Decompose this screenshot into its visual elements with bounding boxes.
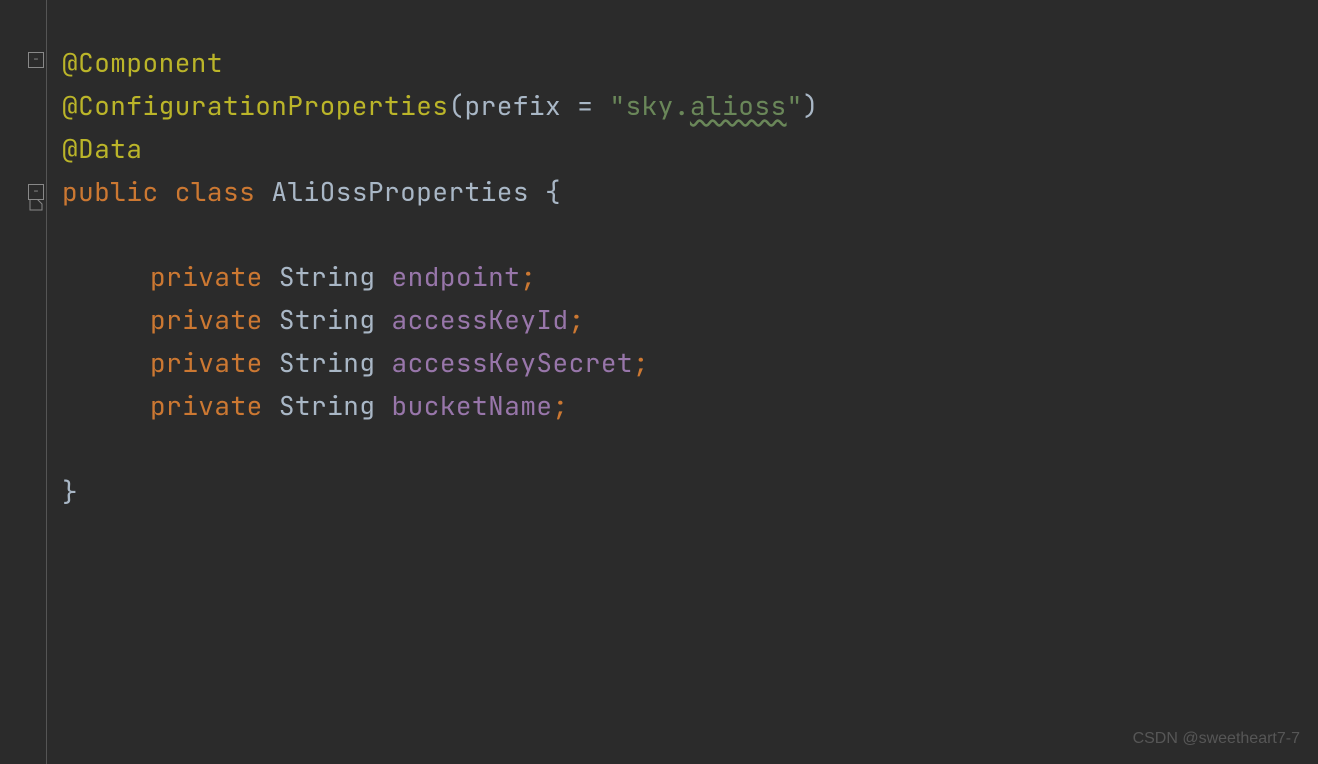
code-line: private String accessKeyId; [62, 299, 1318, 342]
semicolon: ; [569, 302, 585, 337]
code-line: @Data [62, 128, 1318, 171]
open-brace: { [529, 174, 561, 209]
code-line-blank [62, 214, 1318, 257]
annotation-component: @Component [62, 45, 223, 80]
field-access-key-secret: accessKeySecret [392, 345, 634, 380]
code-line: private String endpoint; [62, 256, 1318, 299]
fold-minus-icon: − [32, 50, 39, 70]
close-paren: ) [803, 88, 819, 123]
gutter: − − [0, 0, 50, 764]
code-line: @Component [62, 42, 1318, 85]
annotation-config-properties: @ConfigurationProperties [62, 88, 448, 123]
code-line: private String accessKeySecret; [62, 342, 1318, 385]
field-bucket-name: bucketName [392, 388, 553, 423]
watermark: CSDN @sweetheart7-7 [1133, 726, 1300, 752]
semicolon: ; [633, 345, 649, 380]
semicolon: ; [520, 259, 536, 294]
keyword-private: private [150, 345, 263, 380]
code-line-blank [62, 428, 1318, 471]
code-content[interactable]: @Component @ConfigurationProperties(pref… [50, 0, 1318, 764]
semicolon: ; [553, 388, 569, 423]
fold-marker-icon[interactable]: − [28, 52, 44, 68]
open-paren: ( [448, 88, 464, 123]
fold-marker-icon[interactable]: − [28, 184, 44, 200]
equals: = [561, 88, 609, 123]
annotation-data: @Data [62, 131, 143, 166]
code-editor: − − @Component @ConfigurationProperties(… [0, 0, 1318, 764]
code-line: public class AliOssProperties { [62, 171, 1318, 214]
keyword-class: class [175, 174, 256, 209]
type-string: String [279, 345, 376, 380]
keyword-private: private [150, 259, 263, 294]
keyword-private: private [150, 388, 263, 423]
code-line: } [62, 471, 1318, 514]
string-literal-suffix: " [787, 88, 803, 123]
string-literal-prefix: "sky. [609, 88, 690, 123]
code-line: @ConfigurationProperties(prefix = "sky.a… [62, 85, 1318, 128]
keyword-private: private [150, 302, 263, 337]
field-endpoint: endpoint [392, 259, 521, 294]
field-access-key-id: accessKeyId [392, 302, 569, 337]
gutter-divider [46, 0, 47, 764]
param-prefix: prefix [465, 88, 562, 123]
type-string: String [279, 388, 376, 423]
keyword-public: public [62, 174, 159, 209]
class-name: AliOssProperties [271, 174, 529, 209]
type-string: String [279, 302, 376, 337]
string-literal-underlined: alioss [690, 88, 787, 123]
code-line: private String bucketName; [62, 385, 1318, 428]
type-string: String [279, 259, 376, 294]
close-brace: } [62, 474, 78, 509]
fold-minus-icon: − [32, 182, 39, 202]
